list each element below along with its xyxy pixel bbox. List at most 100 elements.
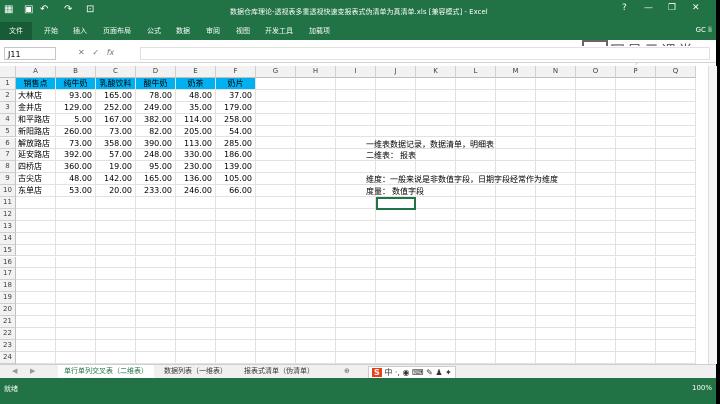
row-header[interactable]: 1 bbox=[0, 78, 16, 90]
table-cell[interactable]: 78.00 bbox=[136, 89, 176, 102]
grid-cell[interactable] bbox=[256, 327, 296, 340]
grid-cell[interactable] bbox=[456, 149, 496, 162]
grid-cell[interactable] bbox=[656, 208, 696, 221]
grid-cell[interactable] bbox=[456, 244, 496, 257]
row-header[interactable]: 20 bbox=[0, 304, 16, 316]
column-header[interactable]: K bbox=[416, 66, 456, 78]
grid-cell[interactable] bbox=[536, 256, 576, 269]
table-cell[interactable]: 95.00 bbox=[136, 161, 176, 174]
row-header[interactable]: 21 bbox=[0, 316, 16, 328]
grid-cell[interactable] bbox=[176, 197, 216, 209]
table-cell[interactable]: 392.00 bbox=[56, 149, 96, 162]
grid-cell[interactable] bbox=[176, 256, 216, 269]
grid-cell[interactable] bbox=[616, 339, 656, 352]
help-button[interactable]: ? bbox=[622, 3, 627, 13]
grid-cell[interactable] bbox=[216, 220, 256, 233]
table-cell[interactable]: 113.00 bbox=[176, 137, 216, 150]
grid-cell[interactable] bbox=[376, 351, 416, 364]
grid-cell[interactable] bbox=[296, 125, 336, 138]
grid-cell[interactable] bbox=[296, 78, 336, 90]
row-header[interactable]: 7 bbox=[0, 149, 16, 162]
grid-cell[interactable] bbox=[336, 101, 376, 114]
column-header[interactable]: M bbox=[496, 66, 536, 78]
grid-cell[interactable] bbox=[16, 268, 56, 281]
grid-cell[interactable] bbox=[416, 161, 456, 174]
column-header[interactable]: B bbox=[56, 66, 96, 78]
grid-cell[interactable] bbox=[576, 220, 616, 233]
table-cell[interactable]: 延安路店 bbox=[16, 149, 56, 162]
grid-cell[interactable] bbox=[616, 113, 656, 126]
grid-cell[interactable] bbox=[16, 256, 56, 269]
grid-cell[interactable] bbox=[256, 173, 296, 186]
grid-cell[interactable] bbox=[296, 339, 336, 352]
grid-cell[interactable] bbox=[336, 292, 376, 305]
grid-cell[interactable] bbox=[456, 125, 496, 138]
tab-home[interactable]: 开始 bbox=[44, 26, 58, 36]
grid-cell[interactable] bbox=[336, 113, 376, 126]
grid-cell[interactable] bbox=[496, 339, 536, 352]
grid-cell[interactable] bbox=[96, 220, 136, 233]
grid-cell[interactable] bbox=[216, 280, 256, 293]
undo-icon[interactable]: ↶ bbox=[40, 4, 48, 16]
grid-cell[interactable] bbox=[576, 78, 616, 90]
grid-cell[interactable] bbox=[296, 149, 336, 162]
grid-cell[interactable] bbox=[16, 304, 56, 316]
tab-page-layout[interactable]: 页面布局 bbox=[103, 26, 131, 36]
grid-cell[interactable] bbox=[416, 101, 456, 114]
grid-cell[interactable] bbox=[96, 197, 136, 209]
grid-cell[interactable] bbox=[176, 327, 216, 340]
table-cell[interactable]: 129.00 bbox=[56, 101, 96, 114]
table-cell[interactable]: 和平路店 bbox=[16, 113, 56, 126]
grid-cell[interactable] bbox=[56, 220, 96, 233]
row-header[interactable]: 5 bbox=[0, 125, 16, 138]
table-cell[interactable]: 114.00 bbox=[176, 113, 216, 126]
grid-cell[interactable] bbox=[176, 316, 216, 328]
grid-cell[interactable] bbox=[336, 256, 376, 269]
grid-cell[interactable] bbox=[336, 339, 376, 352]
grid-cell[interactable] bbox=[16, 316, 56, 328]
grid-cell[interactable] bbox=[416, 327, 456, 340]
table-cell[interactable]: 37.00 bbox=[216, 89, 256, 102]
row-header[interactable]: 19 bbox=[0, 292, 16, 305]
grid-cell[interactable] bbox=[176, 304, 216, 316]
table-cell[interactable]: 53.00 bbox=[56, 185, 96, 197]
grid-cell[interactable] bbox=[656, 161, 696, 174]
grid-cell[interactable] bbox=[416, 280, 456, 293]
sheet-nav-next-icon[interactable]: ▶ bbox=[24, 365, 41, 378]
grid-cell[interactable] bbox=[16, 327, 56, 340]
table-header-cell[interactable]: 纯牛奶 bbox=[56, 78, 96, 90]
grid-cell[interactable] bbox=[456, 280, 496, 293]
row-header[interactable]: 10 bbox=[0, 185, 16, 197]
grid-cell[interactable] bbox=[576, 304, 616, 316]
table-cell[interactable]: 248.00 bbox=[136, 149, 176, 162]
grid-cell[interactable] bbox=[456, 161, 496, 174]
grid-cell[interactable] bbox=[96, 256, 136, 269]
grid-cell[interactable] bbox=[536, 161, 576, 174]
grid-cell[interactable] bbox=[16, 208, 56, 221]
grid-cell[interactable] bbox=[416, 244, 456, 257]
grid-cell[interactable] bbox=[216, 256, 256, 269]
tab-view[interactable]: 视图 bbox=[236, 26, 250, 36]
grid-cell[interactable] bbox=[536, 351, 576, 364]
save-icon[interactable]: ▣ bbox=[24, 4, 33, 16]
grid-cell[interactable] bbox=[136, 351, 176, 364]
grid-cell[interactable] bbox=[496, 256, 536, 269]
add-sheet-icon[interactable]: ⊕ bbox=[338, 365, 356, 378]
table-cell[interactable]: 167.00 bbox=[96, 113, 136, 126]
grid-cell[interactable] bbox=[456, 304, 496, 316]
grid-cell[interactable] bbox=[496, 185, 536, 197]
grid-cell[interactable] bbox=[296, 244, 336, 257]
grid-cell[interactable] bbox=[616, 173, 656, 186]
column-header[interactable]: F bbox=[216, 66, 256, 78]
table-cell[interactable]: 73.00 bbox=[56, 137, 96, 150]
grid-cell[interactable] bbox=[136, 292, 176, 305]
grid-cell[interactable] bbox=[296, 280, 336, 293]
grid-cell[interactable] bbox=[176, 351, 216, 364]
grid-cell[interactable] bbox=[496, 232, 536, 245]
grid-cell[interactable] bbox=[656, 256, 696, 269]
grid-cell[interactable] bbox=[376, 280, 416, 293]
enter-icon[interactable]: ✓ bbox=[92, 48, 99, 57]
redo-icon[interactable]: ↷ bbox=[64, 4, 72, 16]
grid-cell[interactable] bbox=[56, 316, 96, 328]
grid-cell[interactable] bbox=[536, 113, 576, 126]
